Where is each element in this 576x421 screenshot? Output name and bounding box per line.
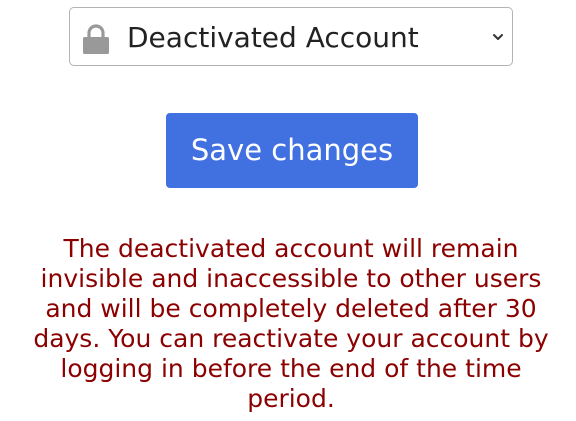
deactivation-notice: The deactivated account will remain invi… — [33, 234, 549, 413]
account-status-value: Deactivated Account — [127, 21, 419, 54]
account-settings-panel: Deactivated Account Save changes The dea… — [0, 0, 576, 421]
chevron-down-icon — [493, 34, 503, 40]
save-changes-button[interactable]: Save changes — [166, 113, 418, 188]
account-status-select[interactable]: Deactivated Account — [69, 7, 513, 66]
lock-icon — [83, 24, 109, 54]
